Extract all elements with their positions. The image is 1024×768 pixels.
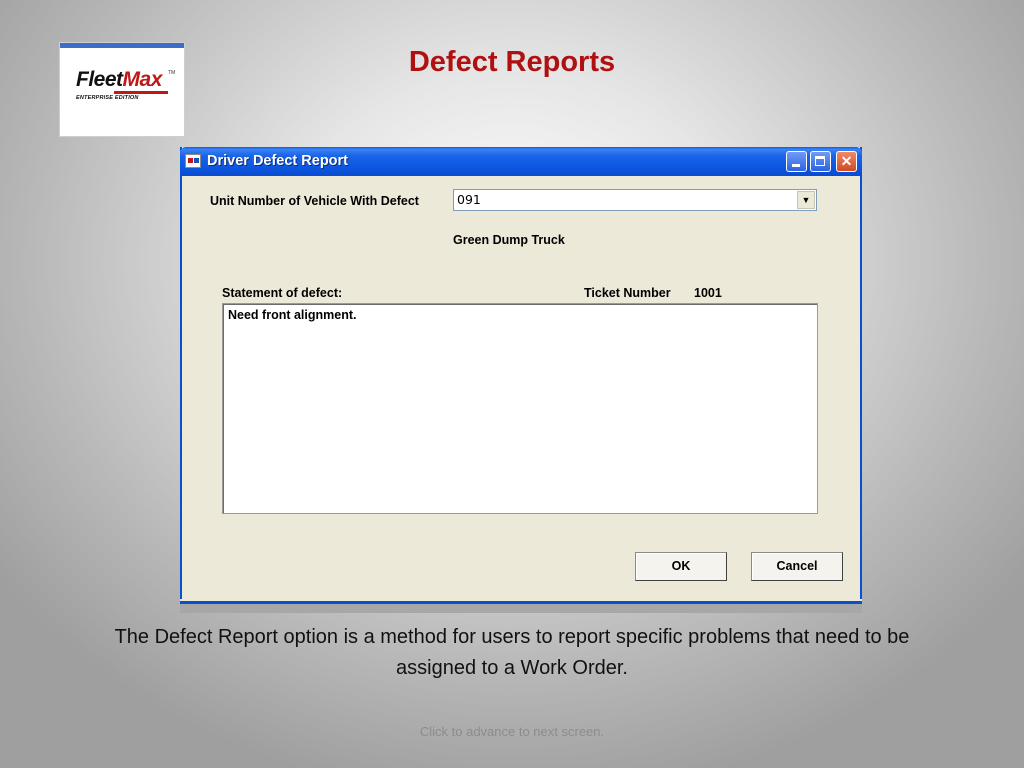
driver-defect-report-window: Driver Defect Report ✕ Unit Number of Ve… — [180, 147, 862, 613]
cancel-button[interactable]: Cancel — [751, 552, 843, 581]
unit-number-label: Unit Number of Vehicle With Defect — [210, 194, 419, 208]
statement-label: Statement of defect: — [222, 286, 343, 300]
minimize-button[interactable] — [786, 151, 807, 172]
slide-caption: The Defect Report option is a method for… — [114, 626, 910, 679]
window-titlebar[interactable]: Driver Defect Report ✕ — [180, 147, 862, 176]
logo-wordmark: FleetMax — [76, 68, 162, 92]
maximize-button[interactable] — [810, 151, 831, 172]
logo-underline — [114, 91, 168, 94]
window-bottom-border — [180, 599, 862, 613]
logo-edition: ENTERPRISE EDITION — [76, 95, 139, 101]
logo-word-max: Max — [122, 68, 163, 91]
close-icon: ✕ — [840, 153, 853, 169]
statement-text: Need front alignment. — [228, 308, 357, 322]
fleetmax-app-icon[interactable] — [185, 154, 201, 168]
unit-number-value: 091 — [457, 192, 481, 207]
minimize-icon — [792, 164, 800, 167]
logo-word-fleet: Fleet — [76, 68, 123, 91]
logo-titlebar-strip — [60, 43, 184, 48]
advance-hint: Click to advance to next screen. — [419, 724, 605, 739]
ok-button[interactable]: OK — [635, 552, 727, 581]
maximize-icon — [815, 156, 825, 166]
vehicle-description: Green Dump Truck — [453, 233, 565, 247]
fleetmax-logo: FleetMax TM ENTERPRISE EDITION — [59, 42, 185, 137]
unit-number-select[interactable]: 091 ▼ — [453, 189, 817, 211]
logo-trademark: TM — [168, 70, 176, 76]
ticket-number-value: 1001 — [694, 286, 722, 300]
statement-textarea[interactable]: Need front alignment. — [222, 303, 818, 514]
window-title: Driver Defect Report — [207, 153, 349, 169]
close-button[interactable]: ✕ — [836, 151, 857, 172]
dropdown-arrow-icon[interactable]: ▼ — [797, 191, 815, 209]
ticket-number-label: Ticket Number — [584, 286, 671, 300]
